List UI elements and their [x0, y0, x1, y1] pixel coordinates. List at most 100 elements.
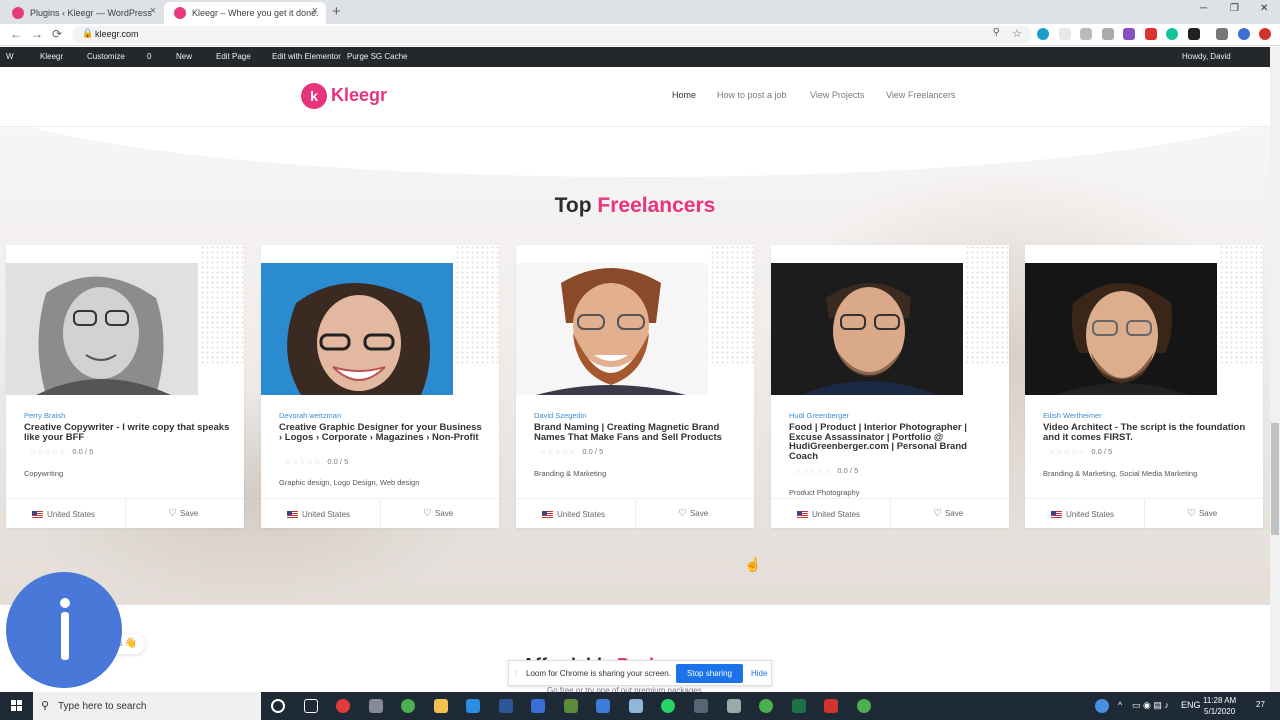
- app-icon[interactable]: [629, 699, 643, 713]
- app-icon[interactable]: [694, 699, 708, 713]
- tray-icons[interactable]: ▭ ◉ ▤ ♪: [1132, 700, 1169, 711]
- profile-icon[interactable]: [1238, 28, 1250, 40]
- url-input[interactable]: 🔒 kleegr.com ⚲ ☆: [72, 26, 1032, 43]
- search-icon[interactable]: ⚲: [993, 27, 1000, 38]
- save-button[interactable]: ♡ Save: [168, 508, 198, 519]
- bookmark-star-icon[interactable]: ☆: [1012, 27, 1022, 40]
- wp-howdy-user[interactable]: Howdy, David: [1182, 52, 1231, 61]
- freelancer-name[interactable]: Perry Braish: [24, 411, 65, 420]
- save-button[interactable]: ♡ Save: [678, 508, 708, 519]
- freelancer-name[interactable]: Devorah weitzman: [279, 411, 341, 420]
- freelancer-title[interactable]: Brand Naming | Creating Magnetic Brand N…: [534, 423, 740, 442]
- stop-sharing-button[interactable]: Stop sharing: [676, 664, 743, 683]
- save-button[interactable]: ♡ Save: [933, 508, 963, 519]
- chrome-icon[interactable]: [857, 699, 871, 713]
- freelancer-title[interactable]: Food | Product | Interior Photographer |…: [789, 423, 995, 461]
- extension-icon[interactable]: [1102, 28, 1114, 40]
- wp-elementor-link[interactable]: Edit with Elementor: [272, 52, 341, 61]
- hide-button[interactable]: Hide: [751, 669, 767, 678]
- file-explorer-icon[interactable]: [434, 699, 448, 713]
- save-button[interactable]: ♡ Save: [423, 508, 453, 519]
- grammarly-icon[interactable]: [1166, 28, 1178, 40]
- freelancer-photo[interactable]: [516, 263, 708, 395]
- extension-icon[interactable]: [1037, 28, 1049, 40]
- freelancer-card[interactable]: David Szegedin Brand Naming | Creating M…: [516, 245, 754, 529]
- card-footer: United States ♡ Save: [516, 498, 754, 529]
- freelancer-title[interactable]: Creative Copywriter - I write copy that …: [24, 423, 230, 442]
- page-scrollbar[interactable]: [1270, 47, 1280, 692]
- wordpress-icon[interactable]: W: [6, 52, 14, 61]
- restore-button[interactable]: ❐: [1230, 3, 1239, 14]
- extension-icon[interactable]: [1145, 28, 1157, 40]
- save-button[interactable]: ♡ Save: [1187, 508, 1217, 519]
- app-icon[interactable]: [336, 699, 350, 713]
- chrome-icon[interactable]: [401, 699, 415, 713]
- wp-site-link[interactable]: Kleegr: [40, 52, 63, 61]
- freelancer-card[interactable]: Eilish Wertheimer Video Architect - The …: [1025, 245, 1263, 529]
- wp-comments-count[interactable]: 0: [147, 52, 151, 61]
- freelancer-photo[interactable]: [771, 263, 963, 395]
- app-icon[interactable]: [564, 699, 578, 713]
- heart-icon: ♡: [1187, 508, 1196, 519]
- nav-post-job[interactable]: How to post a job: [717, 90, 787, 100]
- app-icon[interactable]: [531, 699, 545, 713]
- tab-plugins[interactable]: Plugins ‹ Kleegr — WordPress ×: [2, 2, 164, 24]
- nav-view-freelancers[interactable]: View Freelancers: [886, 90, 955, 100]
- whatsapp-icon[interactable]: [661, 699, 675, 713]
- freelancer-photo[interactable]: [1025, 263, 1217, 395]
- tab-close-icon[interactable]: ×: [150, 5, 156, 17]
- app-icon[interactable]: [596, 699, 610, 713]
- key-icon[interactable]: [1216, 28, 1228, 40]
- kleegr-logo-icon[interactable]: k: [301, 83, 327, 109]
- excel-icon[interactable]: [792, 699, 806, 713]
- reload-button[interactable]: ⟳: [52, 27, 62, 41]
- kleegr-logo-text[interactable]: Kleegr: [331, 85, 387, 106]
- scrollbar-thumb[interactable]: [1271, 423, 1279, 535]
- freelancer-title[interactable]: Video Architect - The script is the foun…: [1043, 423, 1249, 442]
- vscode-icon[interactable]: [466, 699, 480, 713]
- forward-button[interactable]: →: [31, 27, 43, 41]
- back-button[interactable]: ←: [10, 27, 22, 41]
- wp-customize-link[interactable]: Customize: [87, 52, 125, 61]
- freelancer-card[interactable]: Devorah weitzman Creative Graphic Design…: [261, 245, 499, 529]
- freelancer-card[interactable]: Hudi Greenberger Food | Product | Interi…: [771, 245, 1009, 529]
- minimize-button[interactable]: ─: [1200, 3, 1207, 14]
- freelancer-name[interactable]: Eilish Wertheimer: [1043, 411, 1102, 420]
- nav-view-projects[interactable]: View Projects: [810, 90, 864, 100]
- app-icon[interactable]: [369, 699, 383, 713]
- new-tab-button[interactable]: +: [332, 3, 341, 20]
- cortana-icon[interactable]: [271, 699, 285, 713]
- extension-icon[interactable]: [1059, 28, 1071, 40]
- close-window-button[interactable]: ✕: [1260, 3, 1268, 14]
- drag-handle-icon[interactable]: ⁞: [515, 669, 517, 678]
- tab-close-icon[interactable]: ×: [312, 5, 318, 17]
- system-clock[interactable]: 11:28 AM 5/1/2020: [1203, 695, 1236, 717]
- wp-new-link[interactable]: New: [176, 52, 192, 61]
- tray-expand-icon[interactable]: ^: [1118, 700, 1122, 710]
- wp-edit-page-link[interactable]: Edit Page: [216, 52, 251, 61]
- task-view-icon[interactable]: [304, 699, 318, 713]
- taskbar-search-input[interactable]: ⚲ Type here to search: [33, 692, 261, 720]
- notification-count[interactable]: 27: [1256, 700, 1265, 709]
- word-icon[interactable]: [499, 699, 513, 713]
- extension-icon[interactable]: [1080, 28, 1092, 40]
- freelancer-name[interactable]: Hudi Greenberger: [789, 411, 849, 420]
- app-icon[interactable]: [824, 699, 838, 713]
- settings-icon[interactable]: [727, 699, 741, 713]
- freelancer-photo[interactable]: [261, 263, 453, 395]
- help-icon[interactable]: [1095, 699, 1109, 713]
- start-button[interactable]: [0, 692, 32, 720]
- freelancer-card[interactable]: Perry Braish Creative Copywriter - I wri…: [6, 245, 244, 529]
- extension-icon[interactable]: [1123, 28, 1135, 40]
- nav-home[interactable]: Home: [672, 90, 696, 100]
- extension-icon[interactable]: [1188, 28, 1200, 40]
- extension-icon[interactable]: [1259, 28, 1271, 40]
- chrome-icon[interactable]: [759, 699, 773, 713]
- info-icon[interactable]: [6, 572, 122, 688]
- wp-purge-cache-link[interactable]: Purge SG Cache: [347, 52, 407, 61]
- freelancer-name[interactable]: David Szegedin: [534, 411, 587, 420]
- freelancer-title[interactable]: Creative Graphic Designer for your Busin…: [279, 423, 485, 442]
- tab-kleegr[interactable]: Kleegr – Where you get it done. ×: [164, 2, 326, 24]
- freelancer-photo[interactable]: [6, 263, 198, 395]
- language-indicator[interactable]: ENG: [1181, 700, 1201, 710]
